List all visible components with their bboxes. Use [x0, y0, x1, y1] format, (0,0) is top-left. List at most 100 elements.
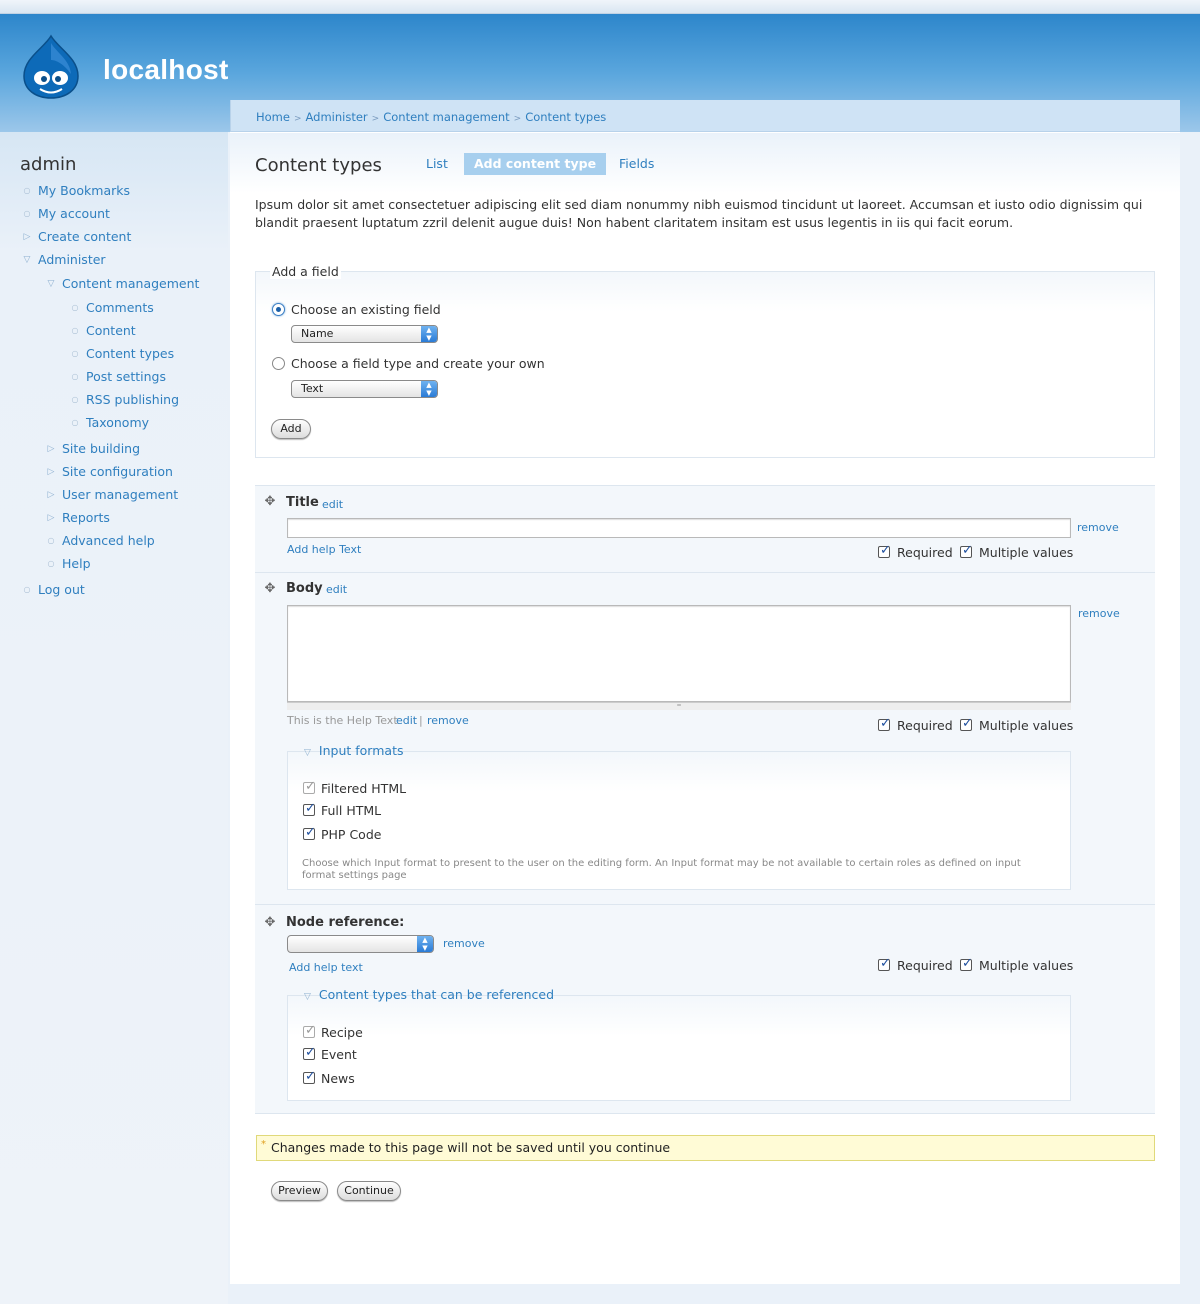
recipe-checkbox[interactable]	[303, 1023, 316, 1038]
page-title: Content types	[255, 155, 382, 176]
title-required-checkbox[interactable]	[878, 543, 891, 558]
nav-rss-publishing[interactable]: ○ RSS publishing	[72, 391, 180, 409]
expanded-triangle-icon: ▽	[47, 279, 55, 289]
nav-help[interactable]: ○ Help	[48, 555, 91, 573]
title-multiple-checkbox[interactable]	[960, 543, 973, 558]
nav-label: Comments	[86, 300, 154, 315]
nav-log-out[interactable]: ○ Log out	[24, 581, 85, 599]
title-field-row: ✥ Title edit remove Add help Text Requir…	[255, 485, 1155, 572]
nav-content-types[interactable]: ○ Content types	[72, 345, 175, 363]
collapse-triangle-icon: ▽	[304, 748, 311, 758]
existing-field-radio[interactable]	[272, 303, 285, 316]
node-reference-select[interactable]: ▲ ▼	[287, 935, 434, 953]
nav-taxonomy[interactable]: ○ Taxonomy	[72, 414, 150, 432]
drag-handle-icon[interactable]: ✥	[264, 582, 276, 595]
body-help-edit-link[interactable]: edit	[396, 714, 417, 727]
nav-my-bookmarks[interactable]: ○ My Bookmarks	[24, 182, 131, 200]
nav-content-management[interactable]: ▽ Content management	[48, 275, 200, 293]
new-field-label: Choose a field type and create your own	[291, 356, 545, 371]
collapsed-triangle-icon: ▷	[47, 490, 55, 500]
node-ref-required-checkbox[interactable]	[878, 956, 891, 971]
php-code-checkbox[interactable]	[303, 825, 316, 840]
body-help-text: This is the Help Text	[287, 714, 398, 727]
multiple-values-label: Multiple values	[979, 958, 1074, 973]
breadcrumb-content-management[interactable]: Content management	[383, 110, 509, 124]
add-button[interactable]: Add	[271, 419, 311, 439]
continue-button[interactable]: Continue	[337, 1181, 401, 1201]
nav-administer[interactable]: ▽ Administer	[24, 251, 106, 269]
node-ref-multiple-checkbox[interactable]	[960, 956, 973, 971]
nav-label: Content types	[86, 346, 175, 361]
nav-my-account[interactable]: ○ My account	[24, 205, 110, 223]
new-field-radio[interactable]	[272, 357, 285, 370]
sidebar: admin ○ My Bookmarks ○ My account ▷ Create …	[0, 132, 228, 1304]
formats-description: Choose which Input format to present to …	[302, 858, 1021, 881]
node-ref-add-help-link[interactable]: Add help text	[289, 961, 363, 974]
node-ref-remove-link[interactable]: remove	[443, 937, 485, 950]
bullet-icon: ○	[71, 326, 79, 335]
nav-label: Taxonomy	[86, 415, 150, 430]
nav-label: Administer	[38, 252, 106, 267]
nav-advanced-help[interactable]: ○ Advanced help	[48, 532, 155, 550]
body-multiple-checkbox[interactable]	[960, 716, 973, 731]
input-formats-legend[interactable]: ▽ Input formats	[300, 743, 407, 758]
required-label: Required	[897, 958, 953, 973]
drag-handle-icon[interactable]: ✥	[264, 495, 276, 508]
bullet-icon: ○	[23, 209, 31, 218]
breadcrumb-bar: Home > Administer > Content management > Conte…	[230, 100, 1180, 132]
nav-site-configuration[interactable]: ▷ Site configuration	[48, 463, 173, 481]
title-add-help-link[interactable]: Add help Text	[287, 543, 361, 556]
nav-label: Site configuration	[62, 464, 173, 479]
existing-field-select[interactable]: Name ▲ ▼	[291, 325, 438, 343]
title-input[interactable]	[287, 518, 1071, 538]
nav-label: Help	[62, 556, 91, 571]
warning-text: Changes made to this page will not be sa…	[271, 1140, 671, 1155]
bullet-icon: ○	[47, 536, 55, 545]
body-remove-link[interactable]: remove	[1078, 607, 1120, 620]
nav-user-management[interactable]: ▷ User management	[48, 486, 179, 504]
nav-comments[interactable]: ○ Comments	[72, 299, 154, 317]
nav-label: User management	[62, 487, 179, 502]
nav-post-settings[interactable]: ○ Post settings	[72, 368, 166, 386]
breadcrumb-separator-icon: >	[513, 114, 522, 124]
body-textarea[interactable]	[287, 605, 1071, 702]
full-html-checkbox[interactable]	[303, 801, 316, 816]
title-band: Content types List Add content type Fiel…	[230, 133, 1180, 193]
sidebar-title: admin	[20, 154, 77, 175]
breadcrumb-administer[interactable]: Administer	[306, 110, 368, 124]
bullet-icon: ○	[71, 303, 79, 312]
preview-button[interactable]: Preview	[271, 1181, 328, 1201]
bullet-icon: ○	[23, 186, 31, 195]
multiple-values-label: Multiple values	[979, 718, 1074, 733]
field-type-select[interactable]: Text ▲ ▼	[291, 380, 438, 398]
body-help-remove-link[interactable]: remove	[427, 714, 469, 727]
body-edit-link[interactable]: edit	[326, 583, 347, 596]
collapsed-triangle-icon: ▷	[47, 467, 55, 477]
content-types-legend[interactable]: ▽ Content types that can be referenced	[300, 987, 558, 1002]
breadcrumb-separator-icon: >	[371, 114, 380, 124]
site-name[interactable]: localhost	[103, 54, 229, 86]
drupal-logo-icon[interactable]	[20, 34, 82, 100]
nav-label: Log out	[38, 582, 85, 597]
news-checkbox[interactable]	[303, 1069, 316, 1084]
required-label: Required	[897, 545, 953, 560]
tab-list[interactable]: List	[416, 153, 458, 175]
nav-reports[interactable]: ▷ Reports	[48, 509, 110, 527]
title-remove-link[interactable]: remove	[1077, 521, 1119, 534]
nav-site-building[interactable]: ▷ Site building	[48, 440, 141, 458]
tab-add-content-type[interactable]: Add content type	[464, 153, 607, 175]
nav-content[interactable]: ○ Content	[72, 322, 136, 340]
title-edit-link[interactable]: edit	[322, 498, 343, 511]
collapsed-triangle-icon: ▷	[23, 232, 31, 242]
filtered-html-checkbox[interactable]	[303, 779, 316, 794]
tab-fields[interactable]: Fields	[609, 153, 664, 175]
resize-grip-icon[interactable]: ═	[287, 702, 1071, 710]
nav-label: Site building	[62, 441, 141, 456]
event-checkbox[interactable]	[303, 1045, 316, 1060]
nav-create-content[interactable]: ▷ Create content	[24, 228, 132, 246]
drag-handle-icon[interactable]: ✥	[264, 916, 276, 929]
body-required-checkbox[interactable]	[878, 716, 891, 731]
breadcrumb-content-types[interactable]: Content types	[525, 110, 606, 124]
bullet-icon: ○	[47, 559, 55, 568]
breadcrumb-home[interactable]: Home	[256, 110, 290, 124]
